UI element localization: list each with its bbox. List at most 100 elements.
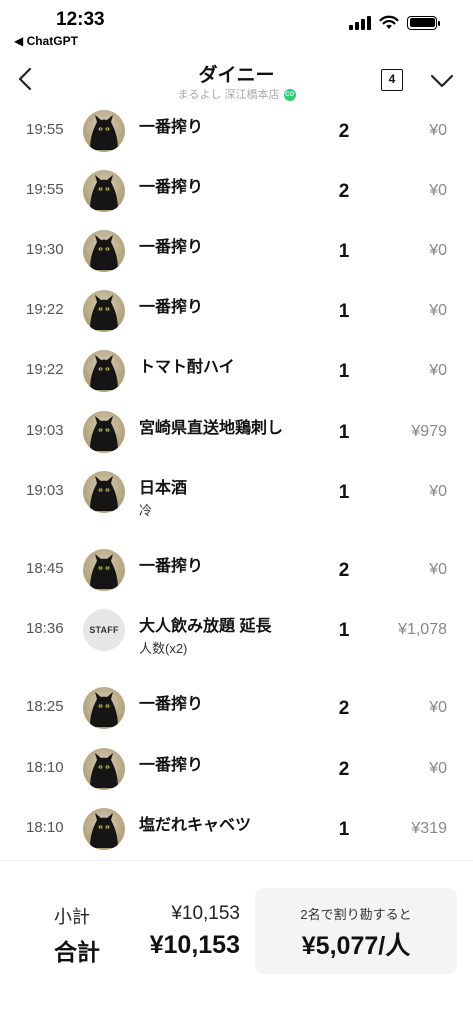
order-time: 19:55 (26, 181, 64, 198)
order-time: 18:25 (26, 698, 64, 715)
order-quantity: 2 (338, 121, 350, 142)
order-row[interactable]: 19:03 宮崎県直送地鶏刺し 1 ¥979 (0, 411, 473, 481)
footer-summary: 小計 ¥10,153 合計 ¥10,153 2名で割り勘すると ¥5,077/人 (0, 860, 473, 1024)
order-time: 19:55 (26, 121, 64, 138)
order-row[interactable]: 19:03 日本酒冷 1 ¥0 (0, 471, 473, 541)
order-item-name: 一番搾り (139, 239, 204, 256)
status-icons (349, 15, 440, 30)
order-time: 18:10 (26, 819, 64, 836)
order-time: 19:03 (26, 422, 64, 439)
order-time: 18:45 (26, 560, 64, 577)
order-price: ¥0 (429, 362, 447, 379)
order-quantity: 1 (338, 361, 350, 382)
order-row[interactable]: 19:22 一番搾り 1 ¥0 (0, 290, 473, 360)
order-item-name: 宮崎県直送地鶏刺し (139, 420, 284, 437)
order-row[interactable]: 18:36 STAFF 大人飲み放題 延長 人数(x2) 1 ¥1,078 (0, 609, 473, 679)
order-row[interactable]: 18:10 一番搾り 2 ¥0 (0, 748, 473, 818)
order-item-name: 一番搾り (139, 119, 204, 136)
order-price: ¥0 (429, 561, 447, 578)
order-price: ¥979 (411, 423, 447, 440)
chevron-down-icon[interactable] (429, 70, 455, 92)
order-quantity: 1 (338, 620, 350, 641)
signal-icon (349, 15, 371, 30)
back-to-app-link[interactable]: ◀ ChatGPT (14, 34, 78, 48)
order-item-name: 日本酒 (139, 480, 188, 497)
order-price: ¥0 (429, 699, 447, 716)
cat-avatar-icon (83, 471, 125, 513)
order-row[interactable]: 19:30 一番搾り 1 ¥0 (0, 230, 473, 300)
order-time: 18:10 (26, 759, 64, 776)
split-bill-label: 2名で割り勘すると (300, 907, 412, 922)
order-price: ¥0 (429, 760, 447, 777)
cat-avatar (83, 230, 125, 272)
order-price: ¥319 (411, 820, 447, 837)
order-item-name: 塩だれキャベツ (139, 817, 252, 834)
order-quantity: 1 (338, 301, 350, 322)
order-row[interactable]: 18:10 塩だれキャベツ 1 ¥319 (0, 808, 473, 858)
split-bill-value: ¥5,077/人 (301, 932, 411, 960)
order-item-name: トマト酎ハイ (139, 359, 235, 376)
order-price: ¥0 (429, 302, 447, 319)
order-item-name: 大人飲み放題 延長 (139, 618, 272, 635)
order-price: ¥0 (429, 182, 447, 199)
cat-avatar-icon (83, 808, 125, 850)
status-bar: 12:33 ◀ ChatGPT (0, 0, 473, 52)
wifi-icon (379, 15, 399, 29)
cat-avatar (83, 687, 125, 729)
order-item-note: 冷 (139, 503, 153, 518)
cat-avatar-icon (83, 748, 125, 790)
cat-avatar (83, 549, 125, 591)
battery-icon (407, 15, 440, 30)
cat-avatar (83, 170, 125, 212)
order-item-name: 一番搾り (139, 757, 204, 774)
cat-avatar (83, 350, 125, 392)
order-price: ¥0 (429, 122, 447, 139)
order-item-name: 一番搾り (139, 558, 204, 575)
staff-avatar: STAFF (83, 609, 125, 651)
order-list[interactable]: 19:55 一番搾り 2 ¥0 19:55 一番搾り 2 ¥0 19:30 一番… (0, 100, 473, 858)
order-item-note: 人数(x2) (139, 641, 188, 656)
tab-count-button[interactable]: 4 (381, 69, 403, 91)
cat-avatar (83, 808, 125, 850)
order-time: 19:03 (26, 482, 64, 499)
order-quantity: 2 (338, 759, 350, 780)
order-row[interactable]: 19:55 一番搾り 2 ¥0 (0, 110, 473, 180)
order-price: ¥0 (429, 242, 447, 259)
order-row[interactable]: 19:55 一番搾り 2 ¥0 (0, 170, 473, 240)
subtotal-value: ¥10,153 (171, 903, 240, 924)
order-quantity: 1 (338, 819, 350, 840)
order-time: 19:30 (26, 241, 64, 258)
cat-avatar (83, 110, 125, 152)
order-item-name: 一番搾り (139, 299, 204, 316)
cat-avatar-icon (83, 350, 125, 392)
cat-avatar-icon (83, 290, 125, 332)
order-time: 19:22 (26, 301, 64, 318)
cat-avatar-icon (83, 170, 125, 212)
cat-avatar-icon (83, 687, 125, 729)
order-time: 18:36 (26, 620, 64, 637)
order-quantity: 2 (338, 560, 350, 581)
order-row[interactable]: 18:45 一番搾り 2 ¥0 (0, 549, 473, 619)
order-item-name: 一番搾り (139, 179, 204, 196)
cat-avatar (83, 748, 125, 790)
order-time: 19:22 (26, 361, 64, 378)
cat-avatar-icon (83, 110, 125, 152)
total-label: 合計 (54, 939, 100, 965)
order-quantity: 2 (338, 181, 350, 202)
total-value: ¥10,153 (149, 931, 240, 959)
split-bill-button[interactable]: 2名で割り勘すると ¥5,077/人 (255, 888, 457, 974)
cat-avatar-icon (83, 411, 125, 453)
order-quantity: 2 (338, 698, 350, 719)
cat-avatar-icon (83, 230, 125, 272)
order-row[interactable]: 19:22 トマト酎ハイ 1 ¥0 (0, 350, 473, 420)
cat-avatar-icon (83, 549, 125, 591)
order-item-name: 一番搾り (139, 696, 204, 713)
status-time: 12:33 (56, 9, 105, 30)
order-quantity: 1 (338, 482, 350, 503)
cat-avatar (83, 471, 125, 513)
subtotal-label: 小計 (54, 907, 90, 927)
order-row[interactable]: 18:25 一番搾り 2 ¥0 (0, 687, 473, 757)
order-quantity: 1 (338, 241, 350, 262)
order-quantity: 1 (338, 422, 350, 443)
cat-avatar (83, 411, 125, 453)
